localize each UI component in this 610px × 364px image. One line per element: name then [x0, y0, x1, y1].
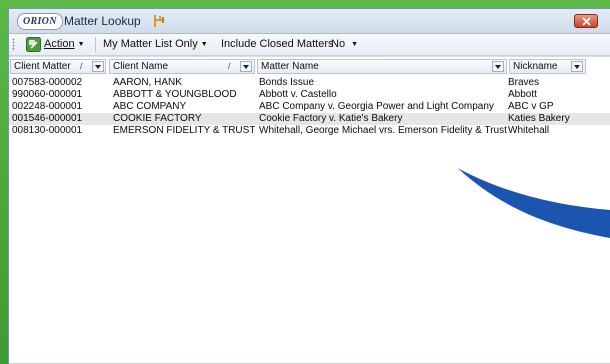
filter-dropdown-client-name[interactable]	[240, 61, 252, 72]
filter-dropdown-nickname[interactable]	[571, 61, 583, 72]
column-header-matter-name[interactable]: Matter Name	[257, 59, 507, 74]
matter-grid: Client Matter / Client Name / Matter Nam…	[9, 56, 610, 364]
chevron-down-icon: ▼	[77, 41, 85, 48]
filter-dropdown-matter-name[interactable]	[492, 61, 504, 72]
matter-lookup-window: ORION Matter Lookup Action ▼ My Matter Li…	[8, 8, 610, 364]
chevron-down-icon: ▼	[351, 41, 358, 48]
close-icon	[582, 17, 591, 26]
table-row[interactable]: 007583-000002 AARON, HANK Bonds Issue Br…	[9, 77, 610, 89]
window-title: Matter Lookup	[64, 14, 141, 28]
toolbar-grip-icon[interactable]	[12, 38, 15, 51]
table-row[interactable]: 001546-000001 COOKIE FACTORY Cookie Fact…	[9, 113, 610, 125]
sort-icon: /	[80, 61, 83, 71]
column-header-nickname[interactable]: Nickname	[509, 59, 586, 74]
table-row[interactable]: 002248-000001 ABC COMPANY ABC Company v.…	[9, 101, 610, 113]
column-header-client-matter[interactable]: Client Matter /	[10, 59, 106, 74]
table-row[interactable]: 990060-000001 ABBOTT & YOUNGBLOOD Abbott…	[9, 89, 610, 101]
include-closed-dropdown[interactable]: No ▼	[331, 38, 358, 50]
include-closed-value: No	[331, 38, 346, 50]
column-header-client-name[interactable]: Client Name /	[109, 59, 255, 74]
action-menu-button[interactable]: Action ▼	[44, 38, 85, 50]
include-closed-label: Include Closed Matters	[221, 38, 334, 50]
toolbar-separator	[95, 37, 96, 52]
chevron-down-icon: ▼	[200, 41, 208, 48]
sort-icon: /	[228, 61, 231, 71]
orion-logo: ORION	[17, 13, 63, 30]
close-button[interactable]	[574, 14, 598, 28]
table-row[interactable]: 008130-000001 EMERSON FIDELITY & TRUST W…	[9, 125, 610, 137]
filter-dropdown-client-matter[interactable]	[92, 61, 104, 72]
action-icon[interactable]	[26, 37, 41, 52]
title-bar[interactable]: ORION Matter Lookup	[9, 9, 610, 34]
toolbar: Action ▼ My Matter List Only ▼ Include Clo…	[9, 34, 610, 56]
list-filter-label: My Matter List Only	[103, 38, 198, 50]
action-label: Action	[44, 38, 75, 50]
my-matter-list-dropdown[interactable]: My Matter List Only ▼	[103, 38, 208, 50]
pin-icon[interactable]	[151, 13, 167, 29]
